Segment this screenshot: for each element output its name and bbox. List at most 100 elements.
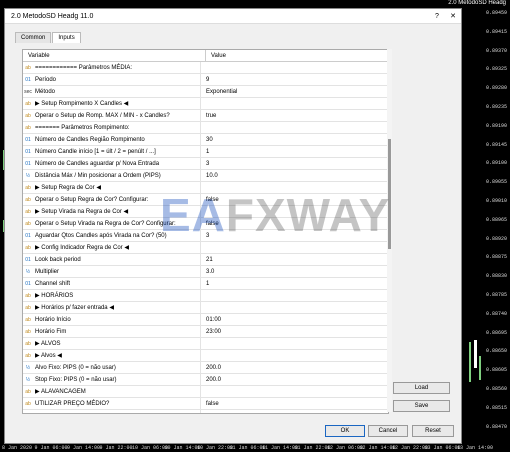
string-type-icon: ab bbox=[25, 100, 31, 107]
input-row[interactable]: ab ▶ Setup Regra de Cor ◀ bbox=[23, 182, 388, 194]
input-row[interactable]: ab Horário Fim 23:00 bbox=[23, 326, 388, 338]
input-row[interactable]: ab Operar o Setup Regra de Cor? Configura… bbox=[23, 194, 388, 206]
input-row[interactable]: ½ Alvo Fixo: PIPS (0 = não usar) 200.0 bbox=[23, 362, 388, 374]
price-axis-label: 0.88695 bbox=[485, 329, 507, 336]
price-axis-label: 0.88875 bbox=[485, 254, 507, 261]
table-scrollbar[interactable] bbox=[387, 49, 392, 412]
input-row[interactable]: sec Método Exponential bbox=[23, 86, 388, 98]
price-axis-label: 0.89325 bbox=[485, 66, 507, 73]
input-value-cell[interactable]: false bbox=[201, 221, 219, 227]
reset-button[interactable]: Reset bbox=[412, 425, 454, 437]
input-value-cell[interactable]: 01:00 bbox=[201, 317, 221, 323]
string-type-icon: ab bbox=[25, 388, 31, 395]
input-row[interactable]: ab Operar o Setup de Romp. MAX / MIN - x … bbox=[23, 110, 388, 122]
input-value-cell[interactable]: 10.0 bbox=[201, 173, 218, 179]
input-value-cell[interactable]: true bbox=[201, 113, 216, 119]
input-row[interactable]: 01 Número de Candles Região Rompimento 30 bbox=[23, 134, 388, 146]
input-row[interactable]: ab ▶ Horários p/ fazer entrada ◀ bbox=[23, 302, 388, 314]
integer-type-icon: 01 bbox=[25, 136, 31, 143]
input-row[interactable]: ab ▶ Config Indicador Regra de Cor ◀ bbox=[23, 242, 388, 254]
string-type-icon: ab bbox=[25, 196, 31, 203]
input-value-cell[interactable]: 3 bbox=[201, 233, 209, 239]
input-variable-name: Channel shift bbox=[35, 280, 71, 287]
input-row[interactable]: ab ▶ ALAVANCAGEM bbox=[23, 386, 388, 398]
input-value-cell[interactable]: 1 bbox=[201, 149, 209, 155]
input-value-cell[interactable]: 1 bbox=[201, 281, 209, 287]
save-button[interactable]: Save bbox=[393, 400, 450, 412]
load-button[interactable]: Load bbox=[393, 382, 450, 394]
input-variable-name: ▶ Setup Regra de Cor ◀ bbox=[35, 185, 101, 191]
input-value-cell[interactable]: false bbox=[201, 197, 219, 203]
tab-inputs[interactable]: Inputs bbox=[52, 32, 81, 43]
input-variable-name: Operar o Setup Regra de Cor? Configurar: bbox=[35, 196, 149, 203]
input-row[interactable]: ½ Stop Fixo: PIPS (0 = não usar) 200.0 bbox=[23, 374, 388, 386]
help-button[interactable]: ? bbox=[429, 13, 445, 20]
input-variable-name: ▶ Config Indicador Regra de Cor ◀ bbox=[35, 245, 129, 251]
input-row[interactable]: ab ======= Parâmetros Rompimento: bbox=[23, 122, 388, 134]
cancel-button[interactable]: Cancel bbox=[368, 425, 408, 437]
input-value-cell[interactable]: 9 bbox=[201, 77, 209, 83]
input-row[interactable]: 01 Número Candle início [1 = últ / 2 = pe… bbox=[23, 146, 388, 158]
integer-type-icon: 01 bbox=[25, 232, 31, 239]
column-header-value[interactable]: Value bbox=[206, 53, 226, 59]
input-value-cell[interactable]: 30 bbox=[201, 137, 213, 143]
input-row[interactable]: 01 Número de Candles aguardar p/ Nova Ent… bbox=[23, 158, 388, 170]
input-row[interactable]: ab ▶ Setup Virada na Regra de Cor ◀ bbox=[23, 206, 388, 218]
tab-common[interactable]: Common bbox=[15, 32, 52, 43]
string-type-icon: ab bbox=[25, 316, 31, 323]
input-row[interactable]: ab UTILIZAR PREÇO MÉDIO? false bbox=[23, 398, 388, 410]
input-row[interactable]: 01 Aguardar Qtos Candles após Virada na C… bbox=[23, 230, 388, 242]
input-row[interactable]: ab ▶ ALVOS bbox=[23, 338, 388, 350]
input-row[interactable]: 01 Channel shift 1 bbox=[23, 278, 388, 290]
input-variable-name: ▶ Setup Virada na Regra de Cor ◀ bbox=[35, 209, 129, 215]
candle bbox=[474, 340, 477, 368]
scrollbar-thumb[interactable] bbox=[388, 139, 391, 249]
input-value-cell[interactable]: 21 bbox=[201, 257, 213, 263]
input-variable-cell: ab ▶ ALAVANCAGEM bbox=[23, 386, 201, 397]
input-value-cell[interactable]: 200.0 bbox=[201, 365, 221, 371]
input-row[interactable]: ½ Distância Máx / Min posicionar a Ordem … bbox=[23, 170, 388, 182]
string-type-icon: ab bbox=[25, 292, 31, 299]
price-axis-label: 0.88605 bbox=[485, 367, 507, 374]
time-axis-label: 10 Jan 14:00 bbox=[164, 445, 201, 451]
input-row[interactable]: 01 Período 9 bbox=[23, 74, 388, 86]
price-axis-label: 0.88920 bbox=[485, 235, 507, 242]
input-variable-name: Look back period bbox=[35, 256, 81, 263]
input-row[interactable]: ab Operar o Setup Virada na Regra de Cor?… bbox=[23, 218, 388, 230]
time-axis-label: 12 Jan 22:00 bbox=[392, 445, 429, 451]
input-row[interactable]: ab ▶ Alvos ◀ bbox=[23, 350, 388, 362]
input-value-cell[interactable]: false bbox=[201, 401, 219, 407]
column-header-variable[interactable]: Variable bbox=[23, 50, 206, 61]
ok-button[interactable]: OK bbox=[325, 425, 365, 437]
price-axis-label: 0.88965 bbox=[485, 216, 507, 223]
input-variable-cell: ab ▶ ALVOS bbox=[23, 338, 201, 349]
price-axis-label: 0.89370 bbox=[485, 47, 507, 54]
input-variable-cell: ab ============ Parâmetros MÉDIA: bbox=[23, 62, 201, 73]
dialog-titlebar[interactable]: 2.0 MetodoSD Headg 11.0 ? ✕ bbox=[5, 9, 461, 24]
double-type-icon: ½ bbox=[25, 268, 31, 275]
input-row[interactable]: ½ Multiplier 3.0 bbox=[23, 266, 388, 278]
input-variable-cell: 01 Período bbox=[23, 74, 201, 85]
integer-type-icon: 01 bbox=[25, 160, 31, 167]
price-axis-label: 0.88785 bbox=[485, 292, 507, 298]
input-value-cell[interactable]: 3 bbox=[201, 161, 209, 167]
input-value-cell[interactable]: 3.0 bbox=[201, 269, 214, 275]
input-value-cell[interactable]: 23:00 bbox=[201, 329, 221, 335]
integer-type-icon: 01 bbox=[25, 256, 31, 263]
integer-type-icon: 01 bbox=[25, 280, 31, 287]
input-value-cell[interactable]: Exponential bbox=[201, 89, 237, 95]
input-row[interactable]: ab ▶ Setup Rompimento X Candles ◀ bbox=[23, 98, 388, 110]
input-row[interactable]: ab ============ Parâmetros MÉDIA: bbox=[23, 62, 388, 74]
input-row[interactable]: ab Horário Início 01:00 bbox=[23, 314, 388, 326]
price-axis-label: 0.89235 bbox=[485, 104, 507, 110]
price-axis-label: 0.89459 bbox=[485, 10, 507, 16]
input-row[interactable]: ab▶ Preço Médio ◀ bbox=[23, 410, 388, 413]
input-value-cell[interactable]: 200.0 bbox=[201, 377, 221, 383]
close-icon[interactable]: ✕ bbox=[445, 12, 461, 20]
input-row[interactable]: ab ▶ HORÁRIOS bbox=[23, 290, 388, 302]
price-axis-label: 0.89055 bbox=[485, 179, 507, 186]
time-axis-label: 9 Jan 06:00 bbox=[34, 445, 68, 451]
input-row[interactable]: 01 Look back period 21 bbox=[23, 254, 388, 266]
price-axis-label: 0.89010 bbox=[485, 198, 507, 204]
price-axis-label: 0.88470 bbox=[485, 423, 507, 430]
